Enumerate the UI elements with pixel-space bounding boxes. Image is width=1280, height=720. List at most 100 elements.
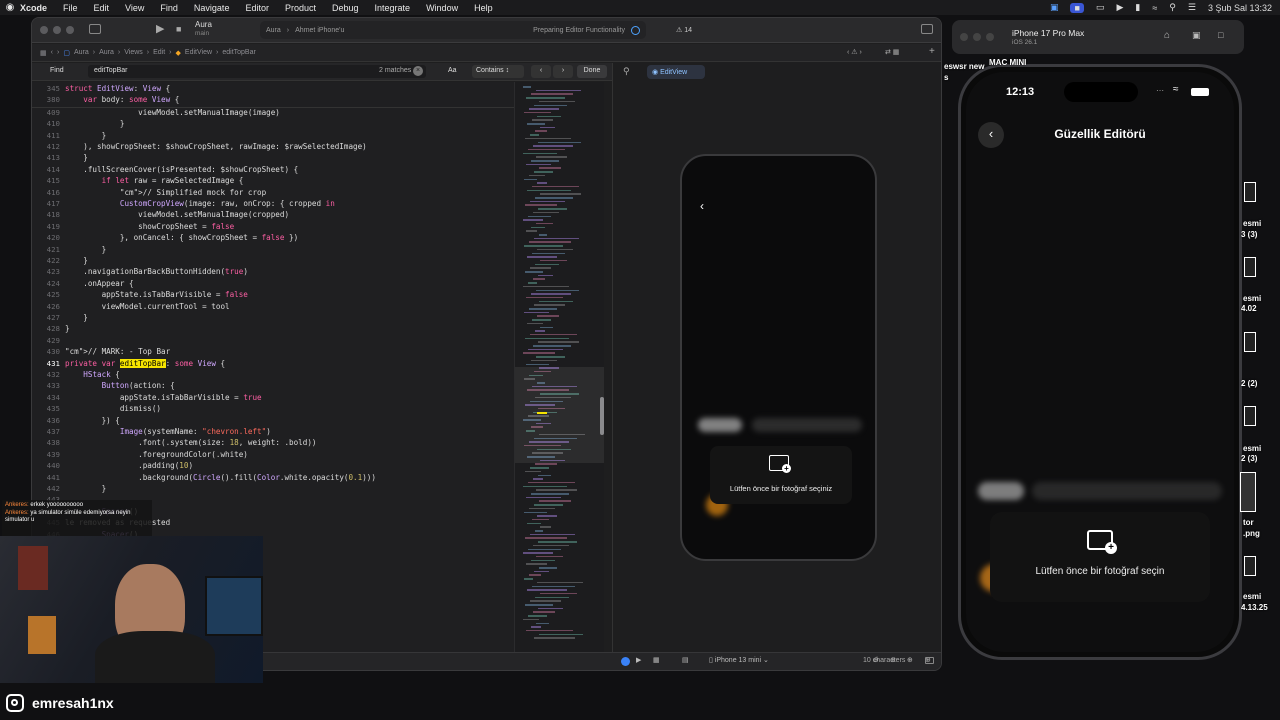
- match-option-select[interactable]: Contains ↕: [472, 65, 524, 78]
- battery-icon[interactable]: ▮: [1135, 2, 1140, 13]
- adjust-editor-icon[interactable]: ⇄ ▦: [885, 48, 899, 56]
- debug-area-toggle-icon[interactable]: [925, 657, 934, 664]
- display-icon[interactable]: ▭: [1096, 2, 1105, 13]
- desktop-label[interactable]: s: [944, 73, 948, 82]
- code-line[interactable]: viewModel.setManualImage(image): [65, 108, 280, 117]
- close-window-button[interactable]: [40, 26, 48, 34]
- desktop-label[interactable]: MAC MINI: [989, 58, 1026, 67]
- menu-window[interactable]: Window: [426, 3, 458, 13]
- code-line[interactable]: HStack {: [65, 370, 120, 379]
- scrollbar-thumb[interactable]: [600, 397, 604, 435]
- menu-navigate[interactable]: Navigate: [194, 3, 230, 13]
- scheme-device[interactable]: Ahmet iPhone'u: [295, 27, 344, 34]
- selectable-mode-icon[interactable]: ▶: [636, 656, 641, 664]
- wifi-icon[interactable]: ≈: [1152, 3, 1157, 13]
- home-icon[interactable]: ⌂: [1164, 30, 1170, 41]
- code-line[interactable]: showCropSheet = false: [65, 222, 234, 231]
- code-line[interactable]: "cm">// MARK: - Top Bar: [65, 347, 170, 356]
- pin-icon[interactable]: ⚲: [623, 66, 630, 77]
- desktop-label[interactable]: 4.13.25: [1241, 603, 1268, 612]
- sim-close-button[interactable]: [960, 33, 968, 41]
- control-center-icon[interactable]: ☰: [1188, 2, 1196, 13]
- menu-clock[interactable]: 3 Şub Sal 13:32: [1208, 3, 1272, 13]
- code-line[interactable]: .navigationBarBackButtonHidden(true): [65, 267, 248, 276]
- code-line[interactable]: "cm">// Simplified mock for crop: [65, 188, 266, 197]
- minimize-window-button[interactable]: [53, 26, 61, 34]
- code-line[interactable]: if let raw = rawSelectedImage {: [65, 176, 244, 185]
- code-line[interactable]: }, onCancel: { showCropSheet = false }): [65, 233, 298, 242]
- code-line[interactable]: .background(Circle().fill(Color.white.op…: [65, 473, 376, 482]
- next-match-button[interactable]: ›: [553, 65, 573, 78]
- code-line[interactable]: }: [65, 324, 70, 333]
- code-line[interactable]: .fullScreenCover(isPresented: $showCropS…: [65, 165, 298, 174]
- code-line[interactable]: }: [65, 245, 107, 254]
- file-icon[interactable]: [1244, 257, 1256, 277]
- code-line[interactable]: .padding(10): [65, 461, 193, 470]
- breadcrumb-4[interactable]: EditView: [185, 49, 212, 56]
- image-file-icon[interactable]: [1240, 472, 1256, 512]
- code-line[interactable]: .onAppear {: [65, 279, 133, 288]
- code-line[interactable]: Image(systemName: "chevron.left"): [65, 427, 271, 436]
- desktop-label[interactable]: esmi: [1243, 219, 1261, 228]
- done-button[interactable]: Done: [577, 65, 607, 78]
- code-line[interactable]: dismiss(): [65, 404, 161, 413]
- code-line[interactable]: }: [65, 256, 88, 265]
- code-line[interactable]: }: [65, 484, 107, 493]
- breadcrumb-2[interactable]: Views: [124, 49, 143, 56]
- menu-view[interactable]: View: [125, 3, 144, 13]
- apple-menu-icon[interactable]: ◉: [0, 2, 20, 13]
- breadcrumb-5[interactable]: editTopBar: [222, 49, 255, 56]
- sidebar-toggle-icon[interactable]: [89, 24, 101, 34]
- device-picker[interactable]: ▯ iPhone 13 mini ⌄: [709, 656, 769, 664]
- menu-edit[interactable]: Edit: [94, 3, 110, 13]
- code-line[interactable]: .font(.system(size: 18, weight: .bold)): [65, 438, 316, 447]
- variants-icon[interactable]: ▦: [653, 656, 660, 664]
- desktop-label[interactable]: .png: [1243, 529, 1260, 538]
- breadcrumb-1[interactable]: Aura: [99, 49, 114, 56]
- menu-file[interactable]: File: [63, 3, 78, 13]
- find-input[interactable]: editTopBar: [88, 65, 426, 78]
- menu-help[interactable]: Help: [474, 3, 493, 13]
- desktop-label[interactable]: 3 (3): [1241, 230, 1257, 239]
- code-line[interactable]: }: [65, 131, 107, 140]
- sim-minimize-button[interactable]: [973, 33, 981, 41]
- code-line[interactable]: Button(action: {: [65, 381, 175, 390]
- tab-editview-preview[interactable]: ◉ EditView: [647, 65, 705, 79]
- file-icon[interactable]: [1244, 332, 1256, 352]
- scheme-activity-bar[interactable]: Aura › Ahmet iPhone'u Preparing Editor F…: [260, 21, 646, 39]
- code-line[interactable]: private var editTopBar: some View {: [65, 358, 225, 368]
- desktop-label[interactable]: 2 (2): [1241, 379, 1257, 388]
- warnings-count[interactable]: ⚠ 14: [676, 26, 692, 34]
- code-line[interactable]: var body: some View {: [65, 95, 179, 104]
- desktop-label[interactable]: 2 (3): [1241, 454, 1257, 463]
- issue-navigator-arrows-icon[interactable]: ‹ ⚠ ›: [847, 48, 862, 56]
- previous-match-button[interactable]: ‹: [531, 65, 551, 78]
- code-line[interactable]: ), showCropSheet: $showCropSheet, rawIma…: [65, 142, 366, 151]
- breadcrumb-0[interactable]: Aura: [74, 49, 89, 56]
- back-arrow-icon[interactable]: ‹: [51, 49, 53, 56]
- menu-debug[interactable]: Debug: [332, 3, 359, 13]
- menu-integrate[interactable]: Integrate: [375, 3, 411, 13]
- match-case-toggle[interactable]: Aa: [448, 67, 457, 74]
- menu-find[interactable]: Find: [160, 3, 178, 13]
- menu-app[interactable]: Xcode: [20, 3, 47, 13]
- file-icon[interactable]: [1244, 556, 1256, 576]
- breadcrumb-3[interactable]: Edit: [153, 49, 165, 56]
- menu-product[interactable]: Product: [285, 3, 316, 13]
- simulator-screen[interactable]: 12:13 ⋯ ≈ ‹ Güzellik Editörü + Lütfen ön…: [966, 72, 1234, 652]
- desktop-label[interactable]: 4.02: [1241, 304, 1257, 313]
- camera-icon[interactable]: ■: [1070, 2, 1084, 13]
- zoom-window-button[interactable]: [66, 26, 74, 34]
- desktop-label[interactable]: esmi: [1243, 444, 1261, 453]
- screen-share-icon[interactable]: ▣: [1050, 2, 1059, 13]
- code-line[interactable]: struct EditView: View {: [65, 84, 170, 93]
- device-settings-icon[interactable]: ▤: [682, 656, 689, 664]
- code-line[interactable]: }: [65, 313, 88, 322]
- zoom-fit-icon[interactable]: ⊕: [907, 656, 913, 664]
- screenshot-icon[interactable]: ▣: [1192, 30, 1201, 41]
- live-preview-icon[interactable]: [621, 657, 630, 666]
- file-icon[interactable]: [1244, 182, 1256, 202]
- desktop-label[interactable]: esmi: [1243, 592, 1261, 601]
- forward-arrow-icon[interactable]: ›: [57, 49, 59, 56]
- rotate-icon[interactable]: □: [1218, 30, 1223, 40]
